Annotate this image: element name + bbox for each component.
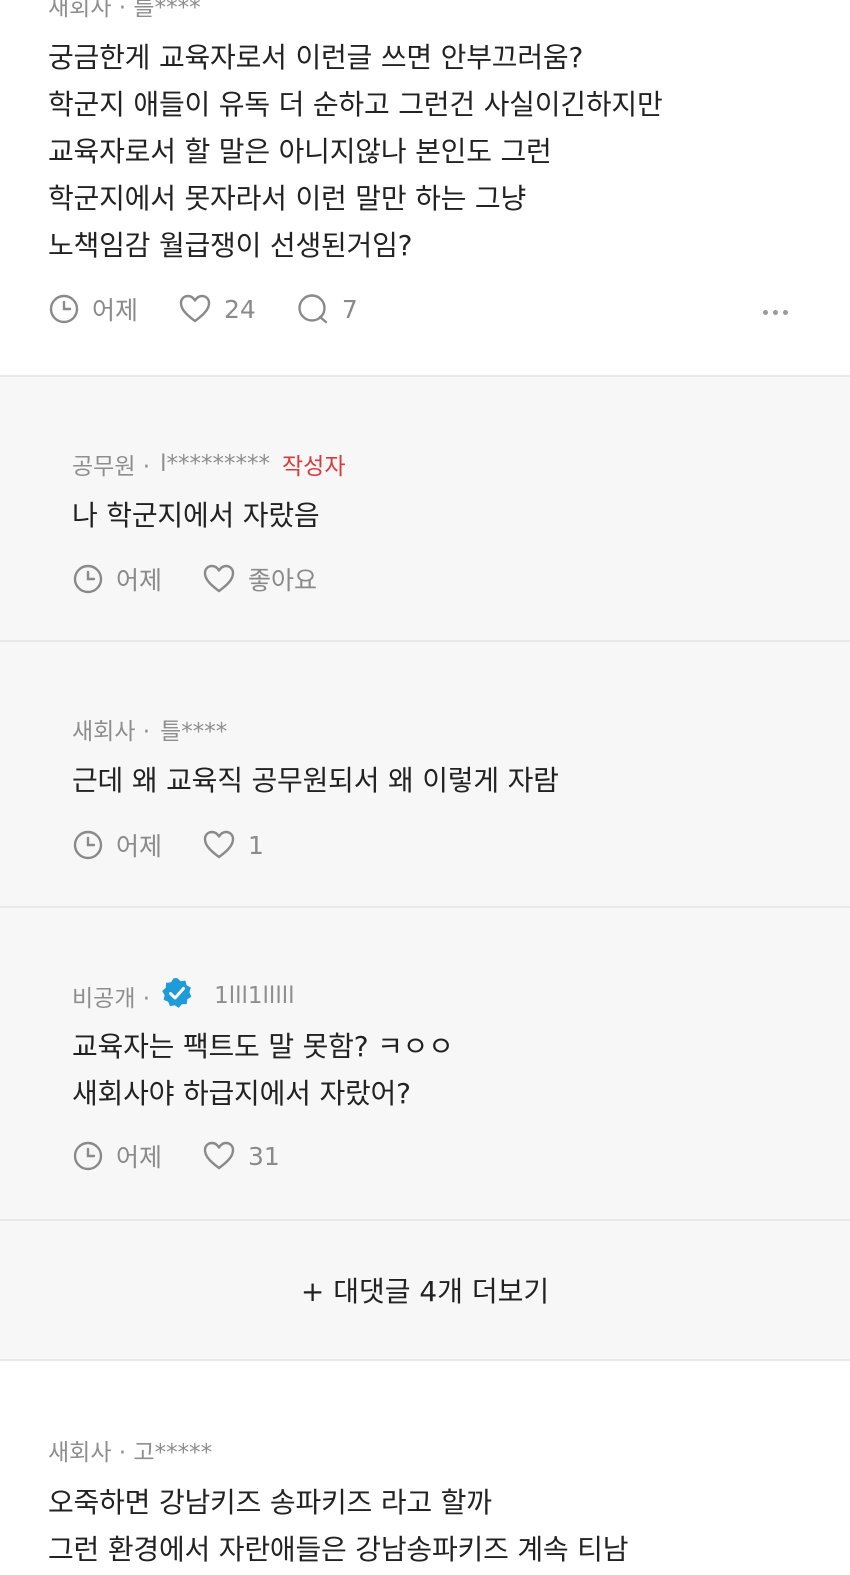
post-line: 학군지 애들이 유독 더 순하고 그런건 사실이긴하지만: [48, 88, 663, 121]
reply-meta: 새회사 · 틀****: [72, 712, 227, 746]
load-more-section: + 대댓글 4개 더보기: [0, 1221, 850, 1359]
post-meta: 새회사 · 틀****: [48, 0, 201, 21]
reply-item: 공무원 · l********* 작성자 나 학군지에서 자랐음 어제 좋아요: [0, 377, 850, 640]
comment-button[interactable]: 7: [296, 293, 358, 325]
post-line: 교육자로서 할 말은 아니지않나 본인도 그런: [48, 135, 552, 168]
clock-icon: [73, 564, 103, 594]
comment-icon: [298, 294, 328, 324]
reply-line: 새회사야 하급지에서 자랐어?: [72, 1077, 411, 1110]
time-label: 어제: [116, 832, 163, 861]
user-name: 1lll1lllll: [214, 983, 295, 1009]
reply-item: 새회사 · 틀**** 근데 왜 교육직 공무원되서 왜 이렇게 자람 어제 1: [0, 642, 850, 906]
like-button[interactable]: 31: [202, 1140, 280, 1172]
heart-icon: [203, 830, 235, 859]
load-more-replies-button[interactable]: + 대댓글 4개 더보기: [0, 1270, 850, 1310]
time-label: 어제: [116, 566, 163, 595]
comment-count: 7: [341, 294, 358, 324]
more-icon[interactable]: [763, 310, 788, 315]
post-line: 궁금한게 교육자로서 이런글 쓰면 안부끄러움?: [48, 41, 584, 74]
reply-item: 비공개 · 1lll1lllll 교육자는 팩트도 말 못함? ㅋㅇㅇ 새회사야…: [0, 908, 850, 1219]
post-line: 오죽하면 강남키즈 송파키즈 라고 할까: [48, 1486, 492, 1519]
reply-line: 근데 왜 교육직 공무원되서 왜 이렇게 자람: [72, 764, 559, 797]
heart-icon: [203, 1141, 235, 1170]
like-count: 31: [248, 1141, 280, 1171]
top-post: 새회사 · 틀**** 궁금한게 교육자로서 이런글 쓰면 안부끄러움? 학군지…: [0, 0, 850, 375]
time-label: 어제: [92, 296, 139, 325]
author-tag: 작성자: [282, 454, 346, 480]
bottom-post: 새회사 · 고***** 오죽하면 강남키즈 송파키즈 라고 할까 그런 환경에…: [0, 1361, 850, 1575]
post-line: 그런 환경에서 자란애들은 강남송파키즈 계속 티남: [48, 1533, 629, 1566]
post-meta: 새회사 · 고*****: [48, 1440, 213, 1466]
company-name: 새회사 ·: [72, 719, 151, 745]
clock-icon: [49, 294, 79, 324]
reply-meta: 공무원 · l********* 작성자: [72, 447, 345, 481]
reply-actions: 어제 좋아요: [72, 561, 357, 597]
reply-actions: 어제 1: [72, 827, 304, 863]
post-line: 학군지에서 못자라서 이런 말만 하는 그냥: [48, 182, 527, 215]
like-button[interactable]: 1: [202, 829, 264, 861]
user-name: l*********: [160, 451, 270, 477]
reply-meta: 비공개 · 1lll1lllll: [72, 976, 295, 1016]
user-name: 틀****: [160, 719, 228, 745]
time-stamp: 어제: [72, 827, 162, 863]
company-name: 공무원 ·: [72, 454, 151, 480]
verified-badge-icon: [160, 976, 194, 1016]
post-actions: 어제 24 7: [48, 291, 398, 327]
like-count: 좋아요: [248, 566, 318, 595]
time-stamp: 어제: [72, 1138, 162, 1174]
time-stamp: 어제: [72, 561, 162, 597]
like-count: 24: [224, 294, 256, 324]
like-button[interactable]: 좋아요: [202, 561, 317, 597]
time-label: 어제: [116, 1143, 163, 1172]
company-name: 비공개 ·: [72, 986, 151, 1012]
like-count: 1: [248, 830, 264, 860]
clock-icon: [73, 1141, 103, 1171]
post-line: 노책임감 월급쟁이 선생된거임?: [48, 229, 413, 262]
reply-line: 교육자는 팩트도 말 못함? ㅋㅇㅇ: [72, 1030, 454, 1063]
like-button[interactable]: 24: [178, 293, 256, 325]
heart-icon: [203, 564, 235, 593]
clock-icon: [73, 830, 103, 860]
heart-icon: [179, 294, 211, 323]
time-stamp: 어제: [48, 291, 138, 327]
reply-actions: 어제 31: [72, 1138, 320, 1174]
reply-line: 나 학군지에서 자랐음: [72, 499, 320, 532]
